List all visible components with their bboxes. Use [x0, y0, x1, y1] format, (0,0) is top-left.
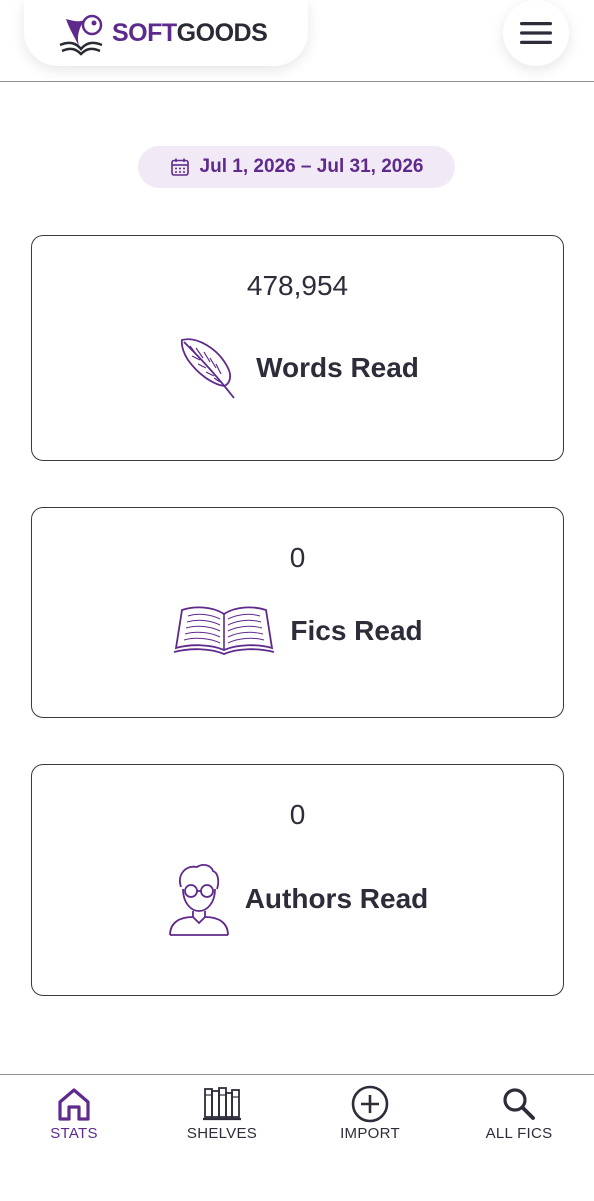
search-icon: [503, 1088, 535, 1120]
stat-card-fics: 0 Fics Read: [31, 507, 564, 718]
plus-circle-icon: [351, 1085, 389, 1123]
nav-import[interactable]: IMPORT: [296, 1075, 444, 1201]
words-read-row: Words Read: [32, 334, 563, 402]
date-range-label: Jul 1, 2026 – Jul 31, 2026: [199, 156, 424, 177]
app-header: SOFTGOODS: [0, 0, 594, 82]
hamburger-menu-icon: [520, 22, 552, 44]
calendar-icon: [170, 158, 189, 176]
bottom-navigation: STATS SHELVES IMPORT ALL FICS: [0, 1074, 594, 1200]
logo-goods-text: GOODS: [176, 18, 268, 47]
authors-read-value: 0: [289, 799, 306, 830]
home-icon: [58, 1088, 90, 1121]
fics-read-label: Fics Read: [290, 615, 423, 646]
stat-card-authors: 0 Authors Read: [31, 764, 564, 996]
book-quill-icon: [59, 14, 103, 56]
authors-read-row: Authors Read: [32, 861, 563, 937]
nav-shelves-label: SHELVES: [186, 1125, 258, 1142]
words-read-label: Words Read: [256, 352, 419, 383]
date-range-selector[interactable]: Jul 1, 2026 – Jul 31, 2026: [138, 146, 455, 188]
nav-stats-label: STATS: [50, 1125, 98, 1142]
nav-shelves[interactable]: SHELVES: [148, 1075, 296, 1201]
logo[interactable]: SOFTGOODS: [24, 0, 308, 66]
fics-read-value: 0: [289, 542, 306, 573]
nav-all-fics[interactable]: ALL FICS: [444, 1075, 594, 1201]
bookshelf-icon: [203, 1087, 241, 1121]
logo-soft-text: SOFT: [112, 18, 177, 47]
authors-read-label: Authors Read: [244, 883, 429, 914]
nav-stats[interactable]: STATS: [0, 1075, 148, 1201]
nav-all-fics-label: ALL FICS: [485, 1125, 553, 1142]
nav-import-label: IMPORT: [340, 1125, 400, 1142]
menu-button[interactable]: [503, 0, 569, 66]
words-read-value: 478,954: [246, 270, 349, 301]
logo-wordmark: SOFTGOODS: [112, 18, 268, 48]
fics-read-row: Fics Read: [32, 604, 563, 658]
open-book-icon: [174, 606, 275, 655]
stat-card-words: 478,954 Words Read: [31, 235, 564, 461]
person-glasses-icon: [168, 864, 229, 936]
quill-feather-icon: [180, 338, 235, 399]
